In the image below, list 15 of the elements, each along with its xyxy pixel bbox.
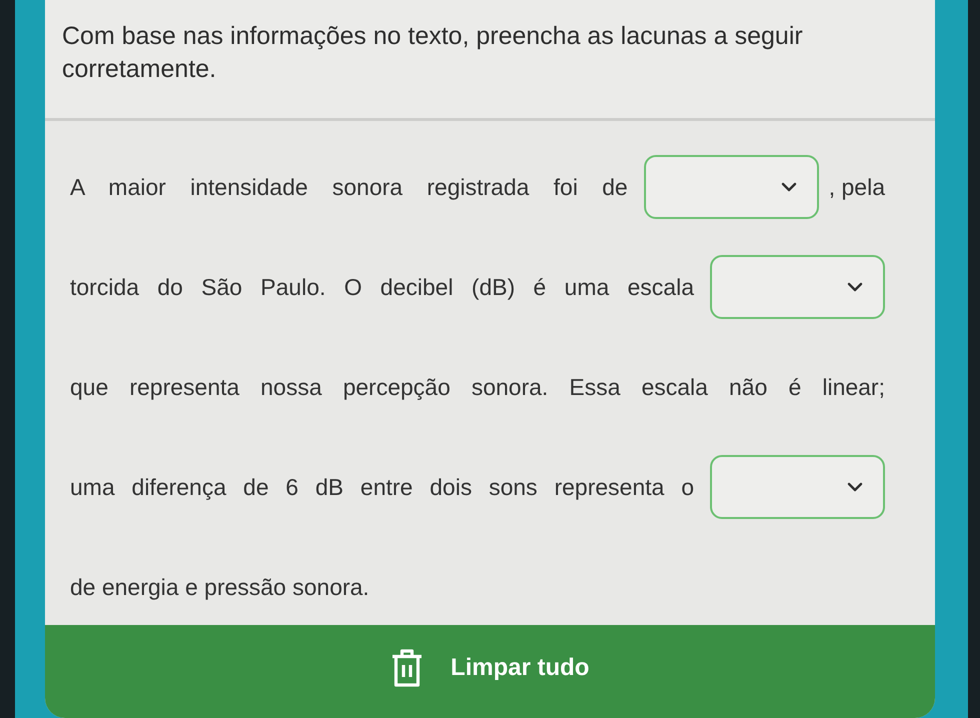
trash-icon bbox=[390, 648, 423, 686]
sentence-text: A maior intensidade sonora registrada foi de bbox=[70, 173, 628, 202]
clear-all-button[interactable]: Limpar tudo bbox=[45, 625, 935, 718]
sentence-text: torcida do São Paulo. O decibel (dB) é uma escala bbox=[70, 273, 694, 302]
sentence-text: , pela bbox=[828, 173, 885, 202]
chevron-icon bbox=[780, 182, 797, 192]
sentence-text: uma diferença de 6 dB entre dois sons representa o bbox=[70, 473, 694, 502]
sentence-text: de energia e pressão sonora. bbox=[70, 573, 370, 602]
dropdown-field[interactable] bbox=[710, 255, 885, 319]
dropdown-field[interactable] bbox=[644, 155, 819, 219]
chevron-icon bbox=[847, 482, 863, 492]
instruction-text: Com base nas informações no texto, preencha as lacunas a seguir corretamente. bbox=[62, 21, 804, 85]
chevron-icon bbox=[847, 282, 863, 292]
sentence-text: que representa nossa percepção sonora. Essa escala não é linear; bbox=[70, 373, 885, 402]
dropdown-field[interactable] bbox=[710, 455, 885, 519]
